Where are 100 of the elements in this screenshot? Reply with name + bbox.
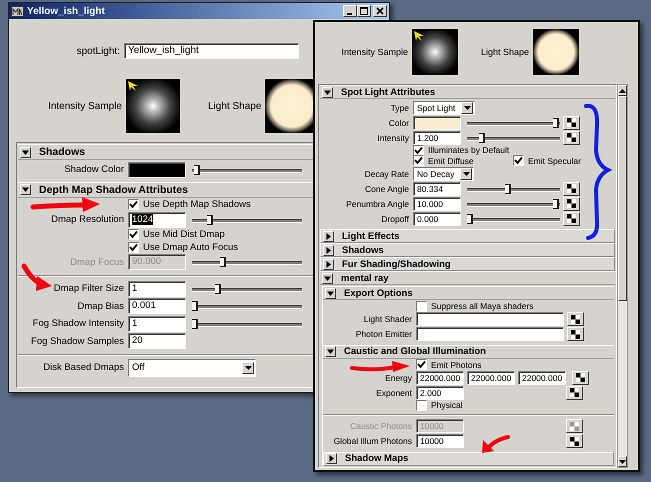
input-field[interactable]: Yellow_ish_light	[124, 43, 299, 59]
map-button[interactable]	[563, 212, 580, 226]
scroll-down-button[interactable]	[618, 456, 627, 467]
section-title: Export Options	[344, 288, 413, 298]
input-field[interactable]: 0.001	[128, 298, 186, 314]
checkbox[interactable]	[128, 199, 139, 210]
slider[interactable]	[467, 182, 560, 194]
input-field[interactable]: 1.200	[413, 130, 461, 144]
slider[interactable]	[192, 214, 302, 226]
input-field[interactable]	[416, 327, 564, 341]
field-label: Dmap Bias	[76, 300, 125, 312]
slider[interactable]	[192, 256, 302, 268]
map-button[interactable]	[563, 116, 580, 130]
input-field[interactable]: 1024	[128, 212, 186, 228]
slider[interactable]	[192, 164, 302, 176]
section-title: Fur Shading/Shadowing	[342, 258, 451, 270]
checker-icon	[567, 199, 576, 208]
dropdown[interactable]: Off	[128, 358, 256, 377]
checker-icon	[571, 314, 580, 324]
color-swatch[interactable]	[128, 162, 186, 178]
expand-toggle[interactable]	[20, 184, 31, 195]
expand-toggle[interactable]	[325, 346, 336, 357]
slider-thumb[interactable]	[504, 184, 511, 194]
slider-thumb[interactable]	[467, 214, 473, 224]
map-button[interactable]	[566, 434, 583, 448]
input-field[interactable]: 10.000	[413, 196, 461, 210]
slider[interactable]	[192, 318, 302, 330]
input-field[interactable]: 0.000	[413, 212, 461, 226]
slider[interactable]	[467, 116, 560, 128]
slider-thumb[interactable]	[192, 301, 198, 312]
arrow-drawing	[22, 264, 52, 291]
checkbox-label: Use Mid Dist Dmap	[143, 229, 225, 240]
dropdown[interactable]: Spot Light	[413, 100, 476, 114]
arrow-drawing	[350, 361, 410, 372]
section-title: Shadow Maps	[345, 453, 408, 464]
field-label: Dmap Focus	[69, 256, 125, 268]
map-button[interactable]	[563, 182, 580, 196]
scroll-up-button[interactable]	[618, 85, 627, 96]
window-title: Yellow_ish_light	[27, 6, 106, 16]
slider[interactable]	[467, 198, 560, 210]
slider-thumb[interactable]	[553, 118, 559, 128]
checkbox[interactable]	[416, 359, 427, 370]
input-field[interactable]: 22000.000	[416, 370, 464, 384]
scrollbar-thumb[interactable]	[618, 96, 627, 301]
preview-label: Light Shape	[481, 47, 530, 57]
field-label: Disk Based Dmaps	[42, 362, 125, 374]
expand-toggle[interactable]	[322, 272, 333, 284]
checkbox[interactable]	[413, 144, 424, 156]
maximize-button[interactable]	[357, 5, 371, 17]
slider[interactable]	[467, 132, 560, 144]
checkbox[interactable]	[413, 155, 424, 166]
slider-thumb[interactable]	[479, 132, 486, 142]
input-field[interactable]: 10000	[416, 434, 464, 448]
input-field[interactable]: 20	[128, 333, 186, 350]
expand-toggle[interactable]	[322, 86, 333, 98]
input-field[interactable]: 22000.000	[467, 370, 515, 384]
checkbox[interactable]	[513, 155, 524, 166]
map-button[interactable]	[563, 130, 580, 144]
slider[interactable]	[467, 212, 560, 224]
dropdown[interactable]: No Decay	[413, 166, 474, 180]
expand-toggle[interactable]	[323, 230, 334, 242]
scrollbar[interactable]	[617, 84, 628, 468]
color-swatch[interactable]	[413, 116, 461, 130]
map-button[interactable]	[567, 312, 584, 326]
checkbox[interactable]	[128, 229, 139, 240]
slider[interactable]	[192, 282, 302, 295]
slider[interactable]	[192, 300, 302, 312]
expand-toggle[interactable]	[323, 258, 334, 270]
expand-toggle[interactable]	[20, 146, 31, 158]
field-label: Fog Shadow Samples	[30, 336, 125, 347]
preview-label: Intensity Sample	[47, 100, 123, 112]
slider-thumb[interactable]	[194, 164, 200, 175]
caret-icon	[22, 148, 29, 156]
checkbox[interactable]	[128, 242, 139, 253]
map-button[interactable]	[572, 370, 589, 384]
checker-icon	[570, 422, 579, 430]
checkbox[interactable]	[416, 300, 427, 312]
checkbox[interactable]	[416, 400, 427, 411]
expand-toggle[interactable]	[323, 244, 334, 256]
input-field[interactable]: 1	[128, 280, 186, 297]
slider-thumb[interactable]	[553, 198, 559, 208]
input-field[interactable]: 80.334	[413, 182, 461, 196]
expand-toggle[interactable]	[325, 288, 336, 298]
input-field[interactable]: 1	[128, 316, 186, 332]
map-button[interactable]	[566, 386, 583, 400]
slider-thumb[interactable]	[207, 214, 214, 225]
input-field[interactable]: 22000.000	[518, 370, 566, 384]
close-button[interactable]	[373, 5, 387, 17]
input-field[interactable]	[416, 312, 564, 326]
caret-icon	[22, 186, 29, 193]
map-button[interactable]	[567, 327, 584, 341]
minimize-button[interactable]	[343, 5, 357, 17]
expand-toggle[interactable]	[326, 453, 337, 464]
field-label: Dropoff	[380, 214, 410, 224]
input-field[interactable]: 2.000	[416, 386, 464, 400]
arrow-drawing	[30, 197, 100, 212]
checker-icon	[570, 436, 579, 446]
map-button[interactable]	[563, 196, 580, 210]
slider-thumb[interactable]	[192, 318, 198, 329]
slider-thumb[interactable]	[214, 284, 221, 294]
